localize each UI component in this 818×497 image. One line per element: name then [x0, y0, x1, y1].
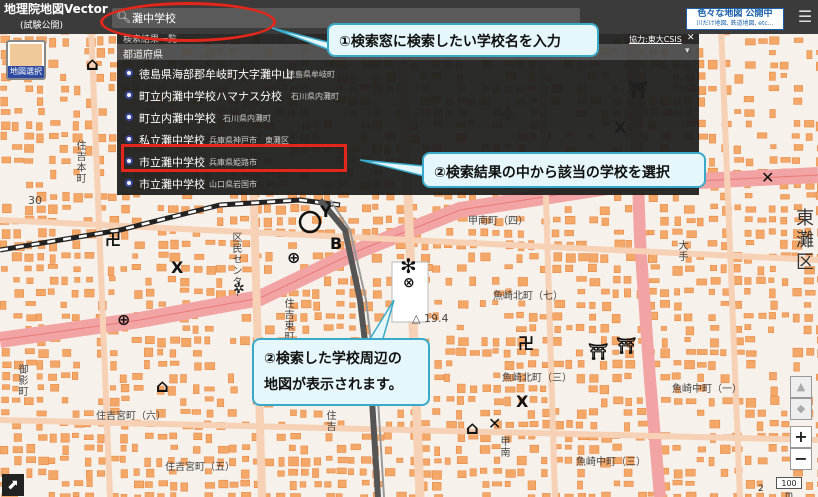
- map-label-east-nada: 東灘区: [793, 208, 814, 274]
- police-box-icon-2: X: [516, 392, 529, 411]
- expand-icon[interactable]: ⬈: [2, 474, 24, 496]
- result-name: 町立内灘中学校: [139, 112, 216, 125]
- result-name: 市立灘中学校: [139, 178, 205, 191]
- close-icon[interactable]: ✕: [687, 33, 695, 43]
- railway-station-icon: B: [330, 234, 343, 253]
- callout-step-select-text: ②検索結果の中から該当の学校を選択: [434, 165, 670, 181]
- map-thumbnail: [10, 44, 42, 68]
- callout-step-search: ①検索窓に検索したい学校名を入力: [327, 23, 599, 57]
- app-subtitle: (試験公開): [20, 21, 64, 31]
- callout-step-map-line2: 地図が表示されます。: [264, 377, 403, 393]
- scale-bar: 100 m: [776, 477, 802, 497]
- high-school-icon: ⊗: [403, 275, 415, 291]
- map-select-label: 地図選択: [8, 66, 44, 78]
- shrine-icon: ⌂: [86, 54, 99, 75]
- map-label-uozaki-kita-7: 魚崎北町（七）: [493, 291, 563, 302]
- result-location: 山口県岩国市: [209, 180, 257, 189]
- library-icon: ⌂: [156, 376, 169, 397]
- brand-subtitle: 川だけ地図, 鉄道地図, etc...: [696, 20, 774, 27]
- map-label-sumiyoshi-hon: 住吉本町: [74, 140, 85, 184]
- callout-step-map-line1: ②検索した学校周辺の: [264, 351, 402, 367]
- map-label-elevation: △ 19.4: [412, 312, 449, 325]
- brand-title: 色々な地図 公開中: [697, 9, 773, 19]
- map-label-number-30: 30: [28, 194, 42, 207]
- map-label-kou-minami: 甲南町（四）: [468, 216, 528, 227]
- map-label-sumiyoshi-miya-5: 住吉宮町（五）: [165, 462, 235, 473]
- result-marker-icon: [125, 113, 133, 121]
- zoom-in-button[interactable]: +: [790, 426, 812, 448]
- app-title: 地理院地図Vector: [4, 3, 108, 16]
- zoom-out-button[interactable]: −: [790, 448, 812, 470]
- map-label-uozaki-kita-3: 魚崎北町（三）: [502, 373, 572, 384]
- results-group-label: 都道府県: [123, 50, 163, 61]
- result-item[interactable]: 徳島県海部郡牟岐町大字灘中山 徳島県牟岐町: [117, 62, 699, 84]
- shrine-icon-2: ⌂: [466, 418, 479, 439]
- menu-button[interactable]: ☰: [796, 8, 814, 26]
- police-icon: ✕: [488, 414, 502, 433]
- map-label-kou-minami-vert: 甲南: [498, 436, 509, 458]
- result-item[interactable]: 町立内灘中学校ハマナス分校 石川県内灘町: [117, 84, 699, 106]
- map-label-uozaki-naka-3: 魚崎中町（三）: [576, 457, 646, 468]
- map-label-sumiyoshi-higashi: 住吉東町: [282, 298, 293, 342]
- map-label-osakae: 大手: [676, 240, 687, 262]
- map-label-number-2: 2: [758, 484, 764, 494]
- result-name: 町立内灘中学校ハマナス分校: [139, 90, 282, 103]
- map-label-mikage: 御影町: [16, 364, 27, 397]
- police-box-icon: X: [171, 258, 184, 277]
- map-label-sumiyoshi-miya-6: 住吉宮町（六）: [96, 411, 166, 422]
- post-office-icon: ⊕: [117, 310, 131, 329]
- result-marker-icon: [125, 91, 133, 99]
- torii-icon: ⛩: [588, 342, 609, 361]
- temple-icon-2: 卍: [518, 334, 535, 353]
- tilt-reset-button[interactable]: ◆: [790, 398, 812, 420]
- tilt-up-button[interactable]: ▲: [790, 376, 812, 398]
- map-label-uozaki-naka-1: 魚崎中町（一）: [672, 384, 742, 395]
- search-highlight-ellipse: [100, 2, 276, 42]
- temple-icon: 卍: [105, 230, 122, 249]
- result-marker-icon: [125, 69, 133, 77]
- result-highlight-rect: [121, 144, 347, 172]
- result-item[interactable]: 町立内灘中学校 石川県内灘町: [117, 106, 699, 128]
- police-icon-2: ✕: [761, 168, 775, 187]
- map-select-button[interactable]: 地図選択: [6, 40, 46, 80]
- result-location: 石川県内灘町: [223, 114, 271, 123]
- result-marker-icon: [125, 179, 133, 187]
- post-office-icon-2: ⊕: [287, 248, 301, 267]
- torii-icon-2: ⛩: [616, 336, 637, 355]
- callout-step-map: ②検索した学校周辺の 地図が表示されます。: [252, 338, 430, 406]
- callout-step-search-text: ①検索窓に検索したい学校名を入力: [339, 34, 561, 50]
- result-marker-icon: [125, 135, 133, 143]
- school-target-icon: ✻: [400, 254, 417, 278]
- chevron-down-icon[interactable]: ▾: [685, 46, 690, 56]
- callout-step-select: ②検索結果の中から該当の学校を選択: [422, 152, 706, 188]
- result-name: 徳島県海部郡牟岐町大字灘中山: [139, 68, 293, 81]
- result-location: 石川県内灘町: [291, 92, 339, 101]
- map-label-sumiyoshi-vert: 住吉: [324, 410, 335, 432]
- hospital-icon: Y: [320, 202, 332, 221]
- factory-icon: ✲: [233, 281, 245, 297]
- brand-banner[interactable]: 色々な地図 公開中 川だけ地図, 鉄道地図, etc...: [686, 8, 784, 30]
- result-location: 徳島県牟岐町: [287, 70, 335, 79]
